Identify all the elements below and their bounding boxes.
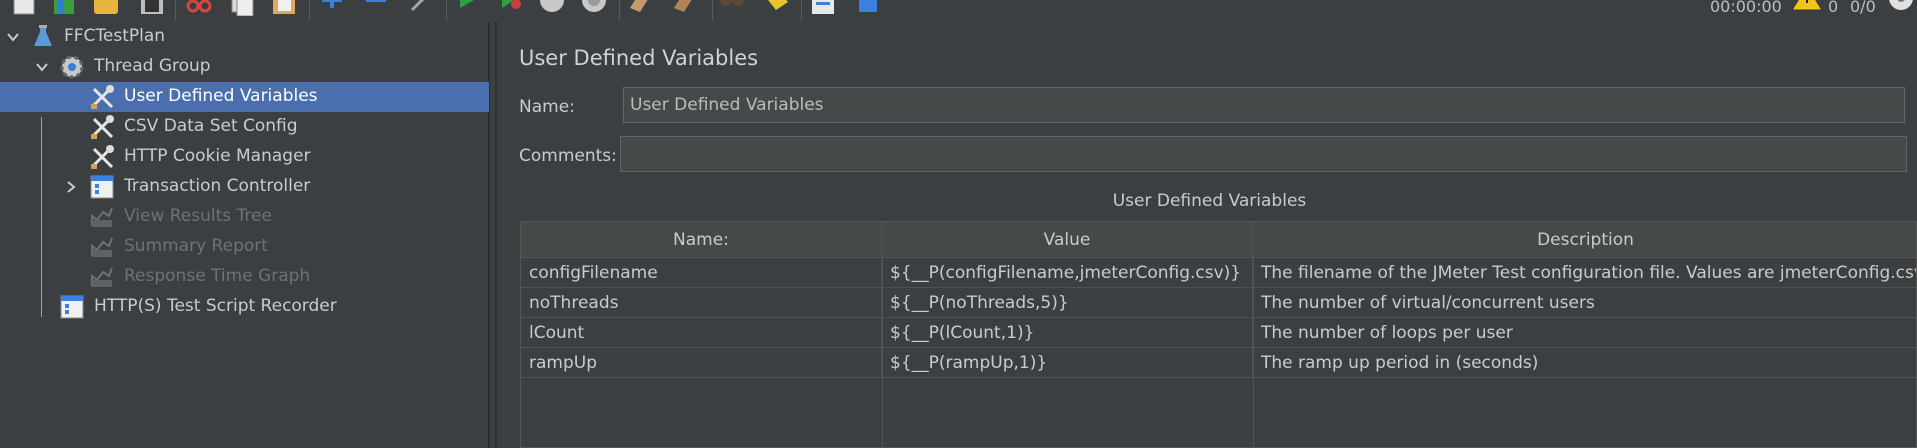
tree-item-label: Summary Report <box>124 236 268 256</box>
elapsed-time: 00:00:00 <box>1710 0 1782 16</box>
threads-icon <box>1889 0 1913 10</box>
reset-search-icon[interactable] <box>764 0 792 16</box>
active-threads: 0/0 <box>1850 0 1876 16</box>
tree-item-view-results-tree[interactable]: View Results Tree <box>0 202 489 232</box>
config-element-icon <box>90 145 114 169</box>
column-header-name[interactable]: Name: <box>521 222 882 258</box>
toolbar-separator <box>309 0 310 20</box>
cell-description[interactable]: The number of virtual/concurrent users <box>1253 288 1916 318</box>
cell-value[interactable]: ${__P(lCount,1)} <box>882 318 1253 348</box>
comments-field[interactable] <box>620 136 1907 172</box>
variables-table: Name: Value Description configFilename $… <box>520 221 1917 448</box>
cell-name[interactable]: rampUp <box>521 348 882 378</box>
name-field[interactable] <box>623 87 1905 123</box>
listener-icon <box>91 237 113 257</box>
column-header-value[interactable]: Value <box>882 222 1253 258</box>
config-element-icon <box>90 115 114 139</box>
new-icon[interactable] <box>10 0 38 16</box>
gear-icon <box>60 55 84 79</box>
listener-icon <box>91 267 113 287</box>
chevron-right-icon[interactable] <box>64 180 78 194</box>
cell-description[interactable]: The ramp up period in (seconds) <box>1253 348 1916 378</box>
toolbar-separator <box>175 0 176 20</box>
table-row[interactable]: configFilename ${__P(configFilename,jmet… <box>521 258 1916 288</box>
cell-value[interactable]: ${__P(configFilename,jmeterConfig.csv)} <box>882 258 1253 288</box>
column-header-description[interactable]: Description <box>1253 222 1916 258</box>
tree-item-summary-report[interactable]: Summary Report <box>0 232 489 262</box>
open-icon[interactable] <box>92 0 120 16</box>
warning-icon[interactable] <box>1792 0 1822 16</box>
toolbar-separator <box>446 0 447 20</box>
tree-item-label: FFCTestPlan <box>64 26 166 46</box>
tree-item-label: User Defined Variables <box>124 86 318 106</box>
start-icon[interactable] <box>452 0 480 16</box>
paste-icon[interactable] <box>270 0 298 16</box>
name-label: Name: <box>519 97 575 117</box>
tree-item-label: HTTP(S) Test Script Recorder <box>94 296 337 316</box>
tree-item-label: Transaction Controller <box>124 176 311 196</box>
help-icon[interactable] <box>855 0 883 16</box>
tree-item-csv-data-set-config[interactable]: CSV Data Set Config <box>0 112 489 142</box>
cell-name[interactable]: configFilename <box>521 258 882 288</box>
table-row[interactable]: rampUp ${__P(rampUp,1)} The ramp up peri… <box>521 348 1916 378</box>
toolbar-separator <box>712 0 713 20</box>
tree-item-test-plan[interactable]: FFCTestPlan <box>0 22 489 52</box>
controller-icon <box>90 175 114 199</box>
cell-description[interactable]: The number of loops per user <box>1253 318 1916 348</box>
collapse-icon[interactable] <box>362 0 390 16</box>
toolbar-separator <box>619 0 620 20</box>
cell-name[interactable]: lCount <box>521 318 882 348</box>
table-row[interactable]: noThreads ${__P(noThreads,5)} The number… <box>521 288 1916 318</box>
clear-all-icon[interactable] <box>670 0 698 16</box>
config-element-icon <box>90 85 114 109</box>
tree-item-test-script-recorder[interactable]: HTTP(S) Test Script Recorder <box>0 292 489 322</box>
templates-icon[interactable] <box>50 0 78 16</box>
tree-item-label: HTTP Cookie Manager <box>124 146 311 166</box>
cell-name[interactable]: noThreads <box>521 288 882 318</box>
cell-value[interactable]: ${__P(noThreads,5)} <box>882 288 1253 318</box>
save-icon[interactable] <box>138 0 166 16</box>
expand-icon[interactable] <box>318 0 346 16</box>
panel-title: User Defined Variables <box>519 46 759 70</box>
search-icon[interactable] <box>718 0 746 16</box>
warning-count: 0 <box>1828 0 1839 16</box>
toolbar-separator <box>801 0 802 20</box>
copy-icon[interactable] <box>228 0 256 16</box>
splitter-grip[interactable] <box>495 22 497 448</box>
tree-item-label: View Results Tree <box>124 206 272 226</box>
tree-item-label: CSV Data Set Config <box>124 116 298 136</box>
tree-item-label: Response Time Graph <box>124 266 311 286</box>
start-no-pauses-icon[interactable] <box>496 0 524 16</box>
listener-icon <box>91 207 113 227</box>
function-helper-icon[interactable] <box>808 0 836 16</box>
tree-item-user-defined-variables[interactable]: User Defined Variables <box>0 82 489 112</box>
cut-icon[interactable] <box>185 0 213 16</box>
stop-icon[interactable] <box>538 0 566 16</box>
tree-item-http-cookie-manager[interactable]: HTTP Cookie Manager <box>0 142 489 172</box>
tree-item-transaction-controller[interactable]: Transaction Controller <box>0 172 489 202</box>
toolbar: 00:00:00 0 0/0 <box>0 0 1917 22</box>
table-caption: User Defined Variables <box>1112 191 1307 211</box>
clear-icon[interactable] <box>626 0 654 16</box>
cell-value[interactable]: ${__P(rampUp,1)} <box>882 348 1253 378</box>
tree-item-response-time-graph[interactable]: Response Time Graph <box>0 262 489 292</box>
tree-item-label: Thread Group <box>94 56 211 76</box>
comments-label: Comments: <box>519 146 617 166</box>
toggle-icon[interactable] <box>406 0 434 16</box>
test-plan-icon <box>34 25 52 46</box>
table-row[interactable]: lCount ${__P(lCount,1)} The number of lo… <box>521 318 1916 348</box>
chevron-down-icon[interactable] <box>6 30 20 44</box>
panel-splitter[interactable] <box>489 22 501 448</box>
chevron-down-icon[interactable] <box>35 60 49 74</box>
element-editor-panel: User Defined Variables Name: Comments: U… <box>502 22 1917 448</box>
table-header: Name: Value Description <box>521 222 1916 258</box>
jmeter-window: 00:00:00 0 0/0 FFCTestPlan Thread Group … <box>0 0 1917 448</box>
cell-description[interactable]: The filename of the JMeter Test configur… <box>1253 258 1916 288</box>
test-plan-tree: FFCTestPlan Thread Group User Defined Va… <box>0 22 489 448</box>
recorder-icon <box>60 295 84 319</box>
tree-item-thread-group[interactable]: Thread Group <box>0 52 489 82</box>
shutdown-icon[interactable] <box>580 0 608 16</box>
